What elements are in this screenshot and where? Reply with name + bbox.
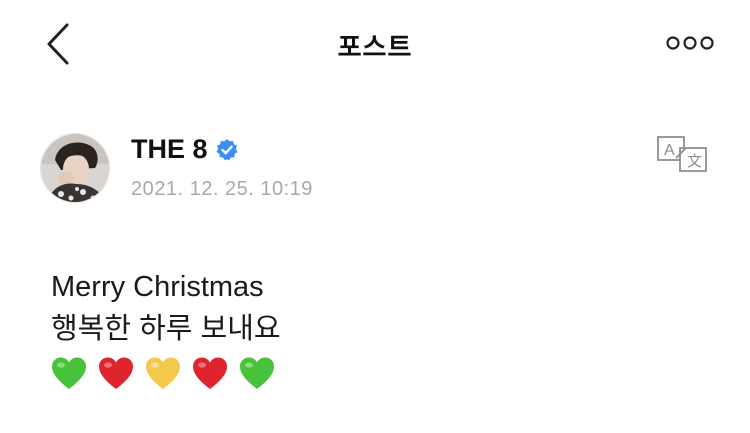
svg-text:A: A — [664, 142, 675, 159]
more-horizontal-icon — [666, 36, 714, 50]
verified-badge-icon — [215, 138, 239, 162]
green-heart-icon — [52, 357, 86, 389]
post-text-line-1: Merry Christmas — [51, 271, 264, 303]
profile-photo-icon — [41, 134, 109, 202]
translate-icon: A 文 — [657, 136, 707, 172]
post-text-line-2: 행복한 하루 보내요 — [51, 313, 281, 345]
post-content: Merry Christmas 행복한 하루 보내요 — [51, 266, 281, 392]
post-screen: 포스트 THE 8 2021. 12. 25. 10:19 A 文 Merry … — [0, 0, 750, 433]
header-bar: 포스트 — [0, 0, 750, 86]
heart-emoji-row — [51, 356, 281, 392]
red-heart-icon — [99, 357, 133, 389]
post-timestamp: 2021. 12. 25. 10:19 — [131, 178, 313, 200]
avatar[interactable] — [40, 133, 110, 203]
author-name: THE 8 — [131, 134, 208, 164]
svg-text:文: 文 — [687, 153, 702, 170]
author-name-row[interactable]: THE 8 — [131, 134, 239, 165]
more-options-button[interactable] — [660, 26, 720, 60]
green-heart-icon — [240, 357, 274, 389]
page-title: 포스트 — [337, 33, 413, 63]
red-heart-icon — [193, 357, 227, 389]
yellow-heart-icon — [146, 357, 180, 389]
translate-button[interactable]: A 文 — [656, 134, 710, 174]
